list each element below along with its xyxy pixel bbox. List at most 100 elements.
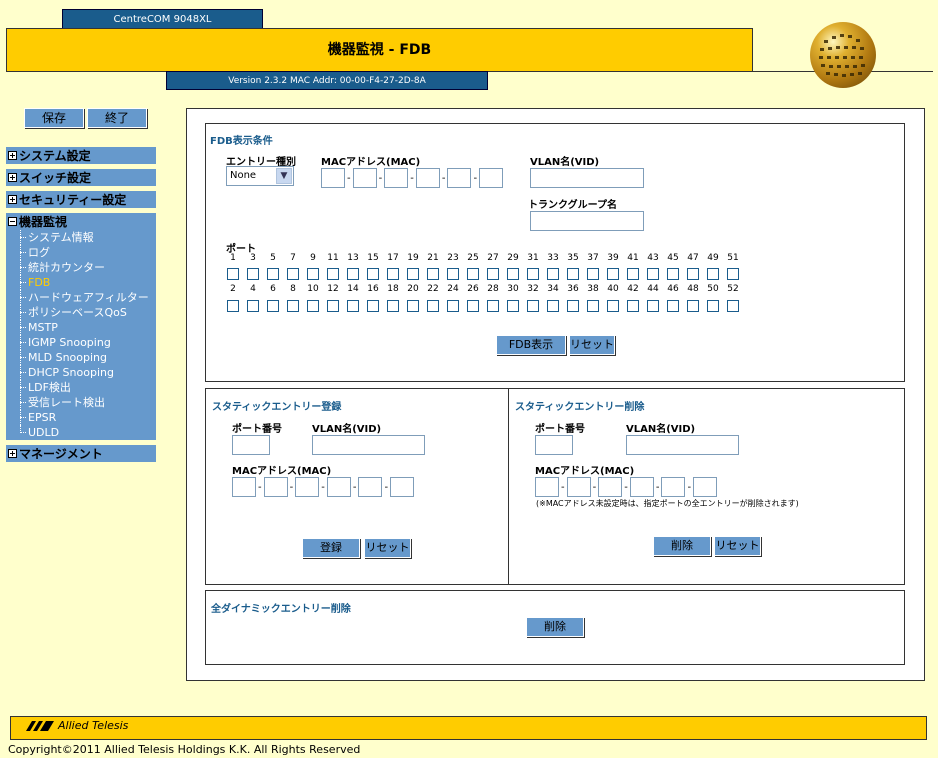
even-port-checkbox[interactable] bbox=[367, 300, 379, 312]
register-reset-button[interactable]: リセット bbox=[364, 538, 411, 558]
odd-port-checkbox[interactable] bbox=[307, 268, 319, 280]
even-port-checkbox[interactable] bbox=[687, 300, 699, 312]
submenu-mstp[interactable]: MSTP bbox=[20, 320, 149, 335]
fdb-mac-octet-3[interactable] bbox=[384, 168, 409, 188]
register-mac-octet-3[interactable] bbox=[295, 477, 320, 497]
register-mac-octet-5[interactable] bbox=[358, 477, 383, 497]
menu-switch-settings[interactable]: スイッチ設定 bbox=[6, 169, 156, 186]
even-port-checkbox[interactable] bbox=[307, 300, 319, 312]
odd-port-checkbox[interactable] bbox=[247, 268, 259, 280]
submenu-log[interactable]: ログ bbox=[20, 245, 149, 260]
odd-port-checkbox[interactable] bbox=[527, 268, 539, 280]
even-port-checkbox[interactable] bbox=[507, 300, 519, 312]
even-port-checkbox[interactable] bbox=[707, 300, 719, 312]
fdb-vlan-input[interactable] bbox=[530, 168, 644, 188]
menu-security-settings[interactable]: セキュリティー設定 bbox=[6, 191, 156, 208]
register-vlan-input[interactable] bbox=[312, 435, 425, 455]
dynamic-delete-button[interactable]: 削除 bbox=[526, 617, 584, 637]
even-port-checkbox[interactable] bbox=[647, 300, 659, 312]
register-button[interactable]: 登録 bbox=[302, 538, 360, 558]
odd-port-checkbox[interactable] bbox=[267, 268, 279, 280]
even-port-checkbox[interactable] bbox=[447, 300, 459, 312]
submenu-rx-rate[interactable]: 受信レート検出 bbox=[20, 395, 149, 410]
even-port-checkbox[interactable] bbox=[227, 300, 239, 312]
odd-port-checkbox[interactable] bbox=[687, 268, 699, 280]
odd-port-checkbox[interactable] bbox=[487, 268, 499, 280]
submenu-udld[interactable]: UDLD bbox=[20, 425, 149, 440]
submenu-mld-snooping[interactable]: MLD Snooping bbox=[20, 350, 149, 365]
odd-port-checkbox[interactable] bbox=[647, 268, 659, 280]
submenu-policy-qos[interactable]: ポリシーベースQoS bbox=[20, 305, 149, 320]
even-port-checkbox[interactable] bbox=[427, 300, 439, 312]
fdb-reset-button[interactable]: リセット bbox=[569, 335, 615, 355]
odd-port-checkbox[interactable] bbox=[427, 268, 439, 280]
fdb-mac-octet-6[interactable] bbox=[479, 168, 504, 188]
static-delete-button[interactable]: 削除 bbox=[653, 536, 711, 556]
menu-system-settings[interactable]: システム設定 bbox=[6, 147, 156, 164]
submenu-dhcp-snooping[interactable]: DHCP Snooping bbox=[20, 365, 149, 380]
delete-mac-octet-6[interactable] bbox=[693, 477, 718, 497]
register-mac-octet-2[interactable] bbox=[263, 477, 288, 497]
register-port-input[interactable] bbox=[232, 435, 270, 455]
fdb-mac-octet-5[interactable] bbox=[447, 168, 472, 188]
even-port-checkbox[interactable] bbox=[627, 300, 639, 312]
delete-mac-octet-4[interactable] bbox=[629, 477, 654, 497]
delete-mac-octet-2[interactable] bbox=[566, 477, 591, 497]
odd-port-checkbox[interactable] bbox=[567, 268, 579, 280]
even-port-checkbox[interactable] bbox=[607, 300, 619, 312]
submenu-hardware-filter[interactable]: ハードウェアフィルター bbox=[20, 290, 149, 305]
submenu-ldf[interactable]: LDF検出 bbox=[20, 380, 149, 395]
odd-port-checkbox[interactable] bbox=[367, 268, 379, 280]
menu-device-monitor[interactable]: 機器監視 bbox=[6, 213, 156, 230]
odd-port-checkbox[interactable] bbox=[387, 268, 399, 280]
even-port-checkbox[interactable] bbox=[547, 300, 559, 312]
chevron-down-icon[interactable]: ▼ bbox=[276, 168, 292, 184]
expand-icon[interactable] bbox=[8, 173, 17, 182]
odd-port-checkbox[interactable] bbox=[347, 268, 359, 280]
delete-port-input[interactable] bbox=[535, 435, 573, 455]
even-port-checkbox[interactable] bbox=[567, 300, 579, 312]
register-mac-octet-1[interactable] bbox=[232, 477, 256, 497]
odd-port-checkbox[interactable] bbox=[327, 268, 339, 280]
odd-port-checkbox[interactable] bbox=[227, 268, 239, 280]
register-mac-octet-6[interactable] bbox=[390, 477, 415, 497]
fdb-mac-octet-4[interactable] bbox=[415, 168, 440, 188]
fdb-mac-octet-2[interactable] bbox=[352, 168, 377, 188]
odd-port-checkbox[interactable] bbox=[587, 268, 599, 280]
exit-button[interactable]: 終了 bbox=[87, 108, 147, 128]
even-port-checkbox[interactable] bbox=[287, 300, 299, 312]
submenu-stats-counter[interactable]: 統計カウンター bbox=[20, 260, 149, 275]
even-port-checkbox[interactable] bbox=[467, 300, 479, 312]
fdb-show-button[interactable]: FDB表示 bbox=[496, 335, 566, 355]
odd-port-checkbox[interactable] bbox=[607, 268, 619, 280]
odd-port-checkbox[interactable] bbox=[707, 268, 719, 280]
fdb-mac-octet-1[interactable] bbox=[321, 168, 345, 188]
delete-mac-octet-1[interactable] bbox=[535, 477, 559, 497]
entry-type-select[interactable]: None ▼ bbox=[226, 166, 294, 186]
submenu-igmp-snooping[interactable]: IGMP Snooping bbox=[20, 335, 149, 350]
even-port-checkbox[interactable] bbox=[527, 300, 539, 312]
save-button[interactable]: 保存 bbox=[24, 108, 84, 128]
odd-port-checkbox[interactable] bbox=[667, 268, 679, 280]
register-mac-octet-4[interactable] bbox=[326, 477, 351, 497]
static-delete-reset-button[interactable]: リセット bbox=[714, 536, 761, 556]
submenu-epsr[interactable]: EPSR bbox=[20, 410, 149, 425]
odd-port-checkbox[interactable] bbox=[467, 268, 479, 280]
even-port-checkbox[interactable] bbox=[387, 300, 399, 312]
expand-icon[interactable] bbox=[8, 195, 17, 204]
even-port-checkbox[interactable] bbox=[347, 300, 359, 312]
even-port-checkbox[interactable] bbox=[247, 300, 259, 312]
menu-management[interactable]: マネージメント bbox=[6, 445, 156, 462]
even-port-checkbox[interactable] bbox=[267, 300, 279, 312]
submenu-system-info[interactable]: システム情報 bbox=[20, 230, 149, 245]
odd-port-checkbox[interactable] bbox=[727, 268, 739, 280]
expand-icon[interactable] bbox=[8, 151, 17, 160]
even-port-checkbox[interactable] bbox=[587, 300, 599, 312]
trunk-group-input[interactable] bbox=[530, 211, 644, 231]
even-port-checkbox[interactable] bbox=[727, 300, 739, 312]
collapse-icon[interactable] bbox=[8, 217, 17, 226]
expand-icon[interactable] bbox=[8, 449, 17, 458]
odd-port-checkbox[interactable] bbox=[627, 268, 639, 280]
odd-port-checkbox[interactable] bbox=[447, 268, 459, 280]
even-port-checkbox[interactable] bbox=[667, 300, 679, 312]
